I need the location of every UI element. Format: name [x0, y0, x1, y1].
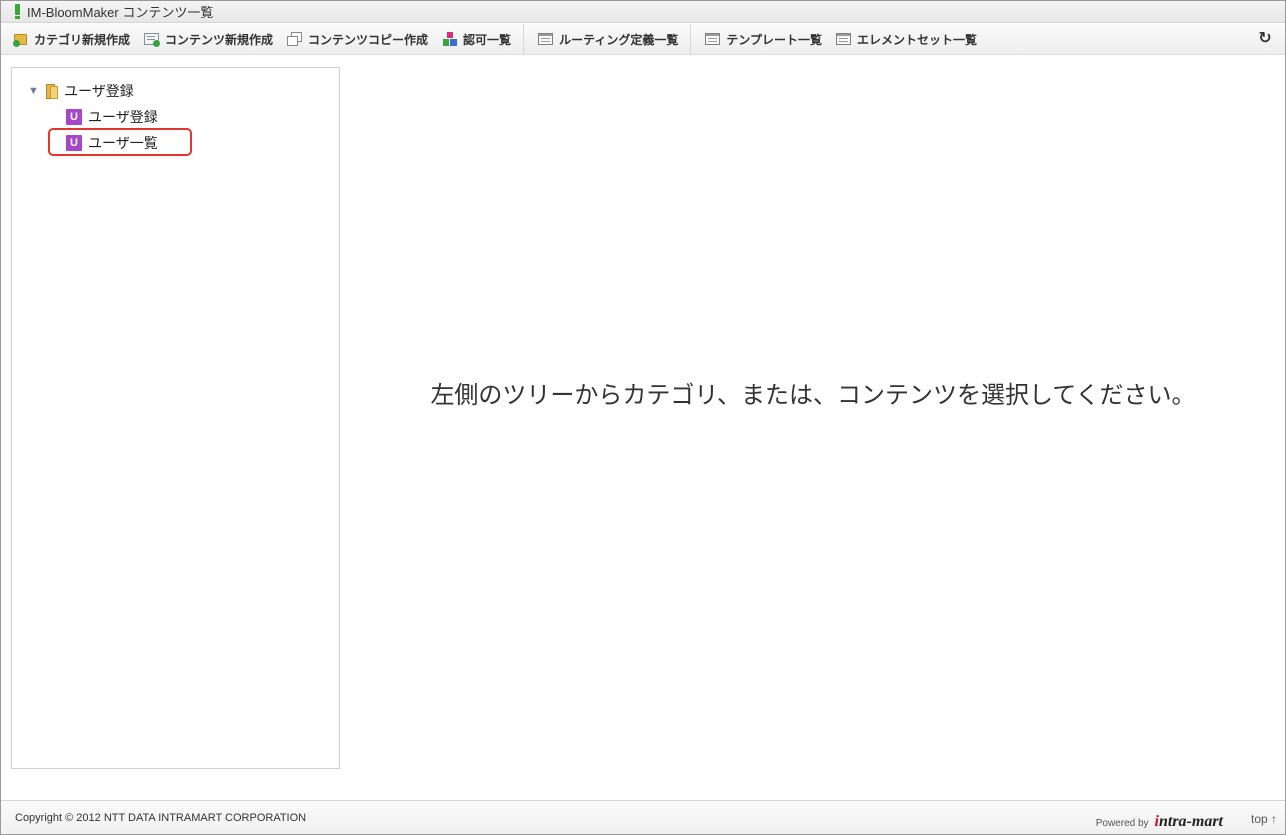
tree-node-label: ユーザ登録	[64, 83, 134, 99]
copy-content-button[interactable]: コンテンツコピー作成	[285, 24, 440, 54]
content-u-icon: U	[66, 109, 82, 125]
expand-toggle-icon[interactable]: ▼	[28, 85, 39, 97]
footer: Copyright © 2012 NTT DATA INTRAMART CORP…	[1, 800, 1285, 834]
powered-by: Powered by intra-mart	[1095, 813, 1223, 830]
toolbar: カテゴリ新規作成 コンテンツ新規作成 コンテンツコピー作成 認可一覧 ルーティン…	[1, 23, 1285, 55]
toolbar-divider	[523, 23, 525, 55]
highlight-box	[48, 128, 192, 156]
window-title: IM-BloomMaker コンテンツ一覧	[27, 5, 214, 20]
folder-add-icon	[13, 31, 29, 47]
document-add-icon	[144, 31, 161, 47]
toolbar-divider	[690, 23, 692, 55]
template-list-button[interactable]: テンプレート一覧	[703, 24, 834, 54]
tree-node-label: ユーザ登録	[88, 109, 158, 125]
title-bar: IM-BloomMaker コンテンツ一覧	[1, 1, 1285, 23]
back-to-top-link[interactable]: top ↑	[1251, 812, 1277, 826]
tree-node-content[interactable]: U ユーザ登録	[66, 107, 158, 127]
list-window-icon	[705, 31, 721, 47]
tree-node-category[interactable]: ▼ ユーザ登録	[28, 81, 134, 101]
copy-icon	[287, 31, 303, 47]
list-window-icon	[836, 31, 852, 47]
copyright-text: Copyright © 2012 NTT DATA INTRAMART CORP…	[15, 812, 307, 824]
folder-open-icon	[46, 83, 58, 99]
empty-state-message: 左側のツリーからカテゴリ、または、コンテンツを選択してください。	[430, 382, 1196, 409]
exclamation-icon	[15, 4, 20, 19]
authorization-list-button[interactable]: 認可一覧	[440, 24, 523, 54]
routing-definition-list-button[interactable]: ルーティング定義一覧	[536, 24, 690, 54]
element-set-list-button[interactable]: エレメントセット一覧	[834, 24, 989, 54]
list-window-icon	[538, 31, 554, 47]
create-category-button[interactable]: カテゴリ新規作成	[11, 24, 142, 54]
refresh-icon[interactable]: ↻	[1257, 31, 1273, 47]
create-content-button[interactable]: コンテンツ新規作成	[142, 24, 285, 54]
authorization-icon	[442, 31, 458, 47]
content-tree-panel: ▼ ユーザ登録 U ユーザ登録 U ユーザ一覧	[11, 67, 340, 769]
intra-mart-logo: intra-mart	[1154, 813, 1223, 830]
